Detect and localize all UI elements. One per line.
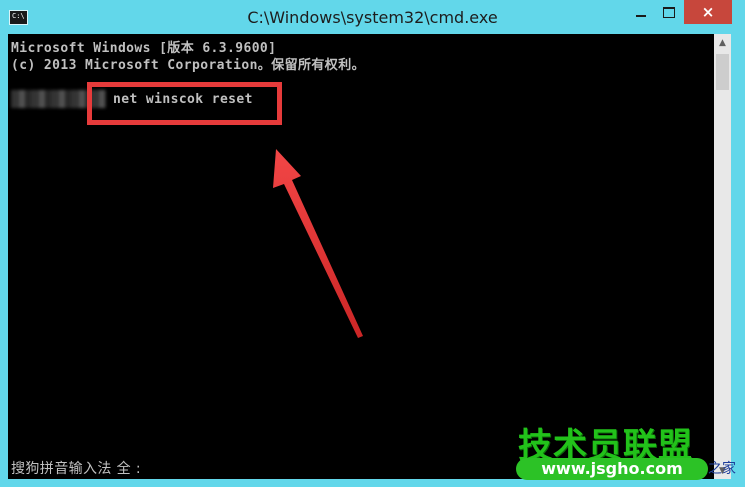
cmd-window: C:\ C:\Windows\system32\cmd.exe × Micros… — [0, 0, 745, 487]
scroll-up-icon[interactable]: ▲ — [714, 34, 731, 51]
title-bar[interactable]: C:\ C:\Windows\system32\cmd.exe × — [0, 0, 745, 34]
watermark-suffix: 之家 — [708, 461, 736, 477]
close-icon: × — [701, 2, 715, 21]
maximize-icon — [663, 6, 675, 18]
command-highlight-box — [87, 82, 282, 125]
maximize-button[interactable] — [655, 0, 683, 24]
ime-status-bar: 搜狗拼音输入法 全 : — [11, 461, 142, 477]
vertical-scrollbar[interactable]: ▲ ▼ — [714, 34, 731, 479]
minimize-button[interactable] — [626, 0, 655, 24]
site-watermark: 技术员联盟 www.jsgho.com 之家 — [514, 418, 744, 486]
scroll-thumb[interactable] — [716, 54, 729, 90]
watermark-url: www.jsgho.com — [516, 458, 708, 480]
console-copyright-line: (c) 2013 Microsoft Corporation。保留所有权利。 — [11, 58, 365, 73]
minimize-icon — [635, 15, 646, 17]
close-button[interactable]: × — [684, 0, 732, 24]
